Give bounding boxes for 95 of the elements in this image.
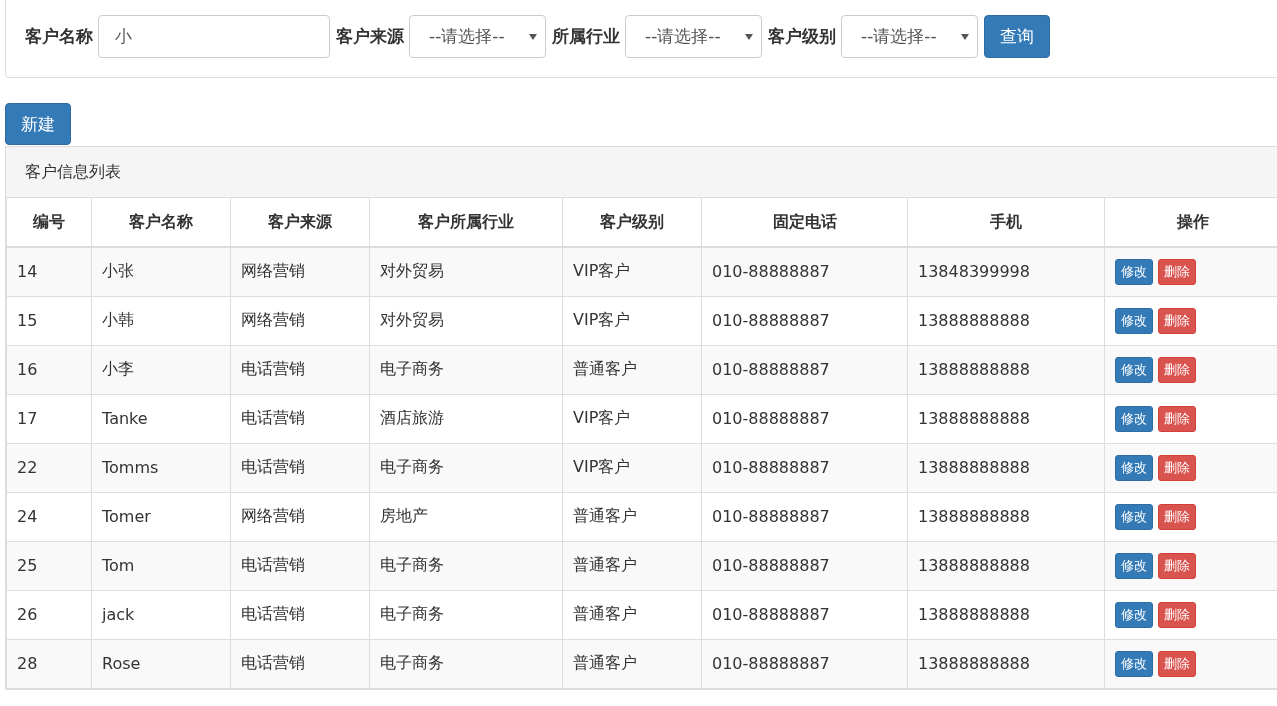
new-button[interactable]: 新建 [5, 103, 71, 145]
edit-button[interactable]: 修改 [1115, 503, 1153, 530]
delete-button[interactable]: 删除 [1158, 503, 1196, 530]
table-cell: 010-88888887 [701, 394, 908, 443]
table-cell: VIP客户 [562, 296, 702, 345]
table-cell: 15 [6, 296, 92, 345]
table-cell: 25 [6, 541, 92, 590]
table-cell: 对外贸易 [369, 296, 563, 345]
table-cell: 小李 [91, 345, 231, 394]
delete-button[interactable]: 删除 [1158, 356, 1196, 383]
table-cell: 电子商务 [369, 541, 563, 590]
table-cell: 网络营销 [230, 492, 370, 541]
filter-label: 所属行业 [552, 25, 620, 48]
table-cell: 010-88888887 [701, 296, 908, 345]
delete-button[interactable]: 删除 [1158, 405, 1196, 432]
table-cell: 010-88888887 [701, 345, 908, 394]
table-cell: 普通客户 [562, 541, 702, 590]
table-cell: 电子商务 [369, 590, 563, 639]
table-cell: 房地产 [369, 492, 563, 541]
edit-button[interactable]: 修改 [1115, 356, 1153, 383]
table-cell: VIP客户 [562, 394, 702, 443]
edit-button[interactable]: 修改 [1115, 307, 1153, 334]
table-cell: 电话营销 [230, 394, 370, 443]
table-cell: 010-88888887 [701, 492, 908, 541]
table-cell: 17 [6, 394, 92, 443]
delete-button[interactable]: 删除 [1158, 650, 1196, 677]
table-cell: 13888888888 [907, 492, 1105, 541]
dropdown[interactable]: --请选择-- [409, 15, 546, 58]
filter-label: 客户来源 [336, 25, 404, 48]
table-cell: 16 [6, 345, 92, 394]
panel-title: 客户信息列表 [25, 161, 121, 183]
table-cell: Tomms [91, 443, 231, 492]
edit-button[interactable]: 修改 [1115, 650, 1153, 677]
table-cell: 26 [6, 590, 92, 639]
table-cell: 电话营销 [230, 541, 370, 590]
table-cell: 13888888888 [907, 345, 1105, 394]
table-cell: 13848399998 [907, 247, 1105, 296]
table-cell: 28 [6, 639, 92, 688]
table-cell: 电话营销 [230, 345, 370, 394]
table-cell: 电话营销 [230, 639, 370, 688]
table-cell: 24 [6, 492, 92, 541]
table-cell: 普通客户 [562, 639, 702, 688]
table-cell: 010-88888887 [701, 590, 908, 639]
table-cell: 010-88888887 [701, 443, 908, 492]
table-cell: 小韩 [91, 296, 231, 345]
table-cell: Tom [91, 541, 231, 590]
table-cell: 22 [6, 443, 92, 492]
table-cell: 13888888888 [907, 296, 1105, 345]
customer-name-field[interactable]: 小 [98, 15, 330, 58]
delete-button[interactable]: 删除 [1158, 454, 1196, 481]
table-cell: 电话营销 [230, 590, 370, 639]
table-cell: Tomer [91, 492, 231, 541]
table-cell: 电话营销 [230, 443, 370, 492]
edit-button[interactable]: 修改 [1115, 258, 1153, 285]
filter-label: 客户名称 [25, 25, 93, 48]
table-cell: 010-88888887 [701, 639, 908, 688]
table-cell: 13888888888 [907, 541, 1105, 590]
table-cell: 普通客户 [562, 492, 702, 541]
query-button[interactable]: 查询 [984, 15, 1050, 58]
table-cell: 010-88888887 [701, 247, 908, 296]
delete-button[interactable]: 删除 [1158, 307, 1196, 334]
caret-icon [961, 33, 969, 40]
table-cell: Tanke [91, 394, 231, 443]
dropdown[interactable]: --请选择-- [625, 15, 762, 58]
caret-icon [745, 33, 753, 40]
edit-button[interactable]: 修改 [1115, 405, 1153, 432]
table-cell: 13888888888 [907, 590, 1105, 639]
delete-button[interactable]: 删除 [1158, 258, 1196, 285]
table-cell: 对外贸易 [369, 247, 563, 296]
edit-button[interactable]: 修改 [1115, 454, 1153, 481]
table-cell: 普通客户 [562, 590, 702, 639]
delete-button[interactable]: 删除 [1158, 601, 1196, 628]
edit-button[interactable]: 修改 [1115, 601, 1153, 628]
table-cell: 13888888888 [907, 639, 1105, 688]
table-cell: 13888888888 [907, 443, 1105, 492]
table-cell: jack [91, 590, 231, 639]
table-cell: VIP客户 [562, 443, 702, 492]
table-cell: VIP客户 [562, 247, 702, 296]
table-cell: 010-88888887 [701, 541, 908, 590]
table-cell: 网络营销 [230, 247, 370, 296]
edit-button[interactable]: 修改 [1115, 552, 1153, 579]
table-cell: 普通客户 [562, 345, 702, 394]
caret-icon [529, 33, 537, 40]
table-cell: 小张 [91, 247, 231, 296]
table-cell: 电子商务 [369, 443, 563, 492]
table-cell: 电子商务 [369, 639, 563, 688]
table-cell: 酒店旅游 [369, 394, 563, 443]
table-cell: 13888888888 [907, 394, 1105, 443]
table-cell: 网络营销 [230, 296, 370, 345]
dropdown[interactable]: --请选择-- [841, 15, 978, 58]
delete-button[interactable]: 删除 [1158, 552, 1196, 579]
table-cell: 14 [6, 247, 92, 296]
table-cell: 电子商务 [369, 345, 563, 394]
table-cell: Rose [91, 639, 231, 688]
filter-label: 客户级别 [768, 25, 836, 48]
